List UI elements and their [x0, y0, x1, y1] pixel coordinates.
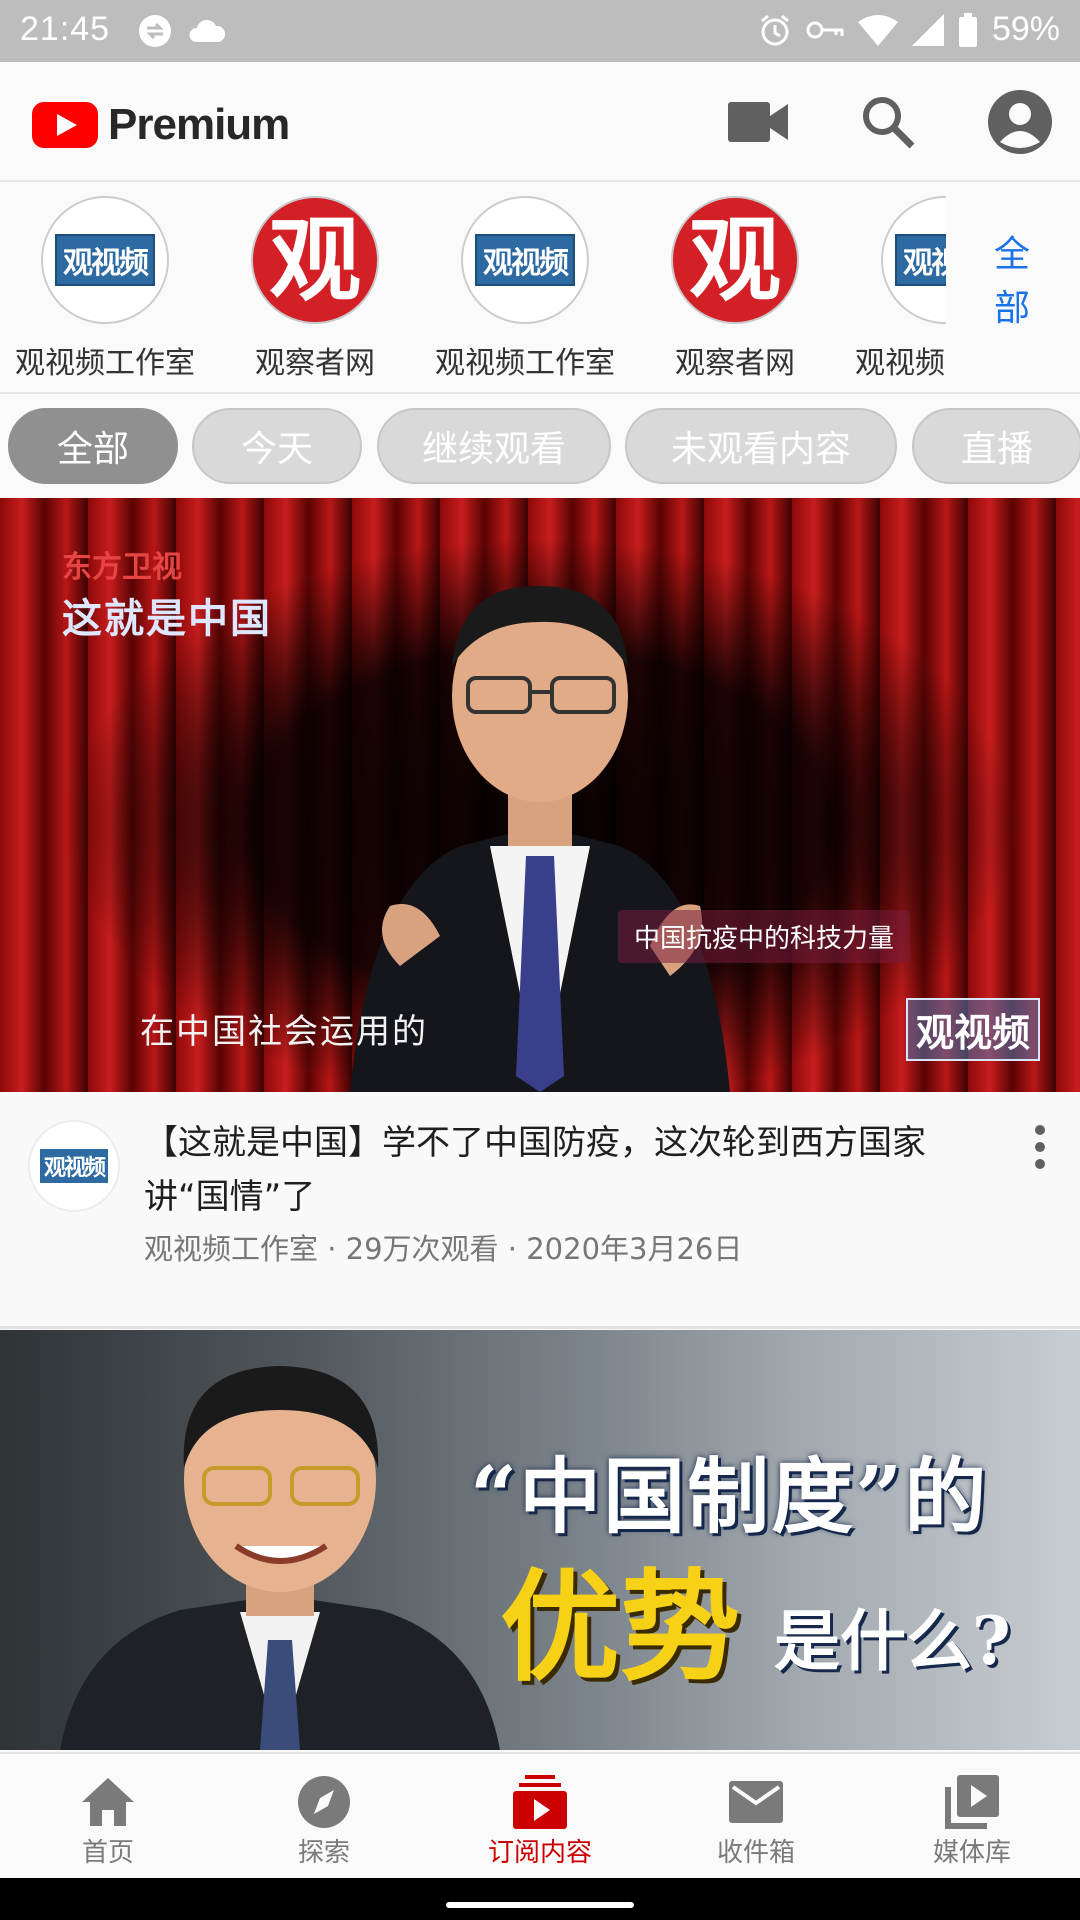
- nav-inbox[interactable]: 收件箱: [648, 1774, 864, 1869]
- video-camera-icon: [728, 102, 788, 142]
- nav-label: 首页: [81, 1838, 134, 1868]
- status-left-icons: [138, 14, 226, 48]
- logo-text: Premium: [108, 100, 290, 149]
- more-vert-icon: [1035, 1125, 1045, 1169]
- thumbnail-question: 是什么?: [774, 1602, 1011, 1680]
- subscriptions-icon: [513, 1775, 567, 1829]
- account-button[interactable]: [988, 90, 1052, 154]
- chip-continue-watching[interactable]: 继续观看: [377, 408, 611, 484]
- mail-icon: [729, 1781, 783, 1823]
- wifi-icon: [857, 14, 898, 46]
- cloud-icon: [189, 19, 226, 42]
- home-icon: [82, 1778, 134, 1826]
- channel-item[interactable]: 观 观察者网: [215, 196, 415, 382]
- all-channels-button[interactable]: 全 部: [982, 228, 1042, 336]
- library-icon: [945, 1775, 999, 1829]
- nav-subscriptions[interactable]: 订阅内容: [432, 1774, 648, 1869]
- battery-icon: [958, 12, 977, 47]
- channel-item[interactable]: 观视频 观视频工作室: [425, 196, 625, 382]
- chip-all[interactable]: 全部: [8, 408, 178, 484]
- channel-name: 观察者网: [255, 346, 375, 381]
- channel-item[interactable]: 观视频 观视频工作室: [5, 196, 205, 382]
- cell-signal-icon: [911, 13, 944, 46]
- channel-avatar: 观: [671, 196, 799, 324]
- nav-label: 订阅内容: [487, 1838, 592, 1868]
- tv-channel-logo: 东方卫视 这就是中国: [62, 542, 272, 644]
- nav-home[interactable]: 首页: [0, 1774, 216, 1869]
- status-right-icons: 59%: [758, 10, 1060, 49]
- search-button[interactable]: [856, 90, 920, 154]
- nav-explore[interactable]: 探索: [216, 1774, 432, 1869]
- all-label-line1: 全: [993, 234, 1030, 275]
- video-thumbnail[interactable]: “中国制度”的 优势 是什么?: [0, 1330, 1080, 1750]
- logo-line1: 东方卫视: [62, 550, 182, 585]
- channel-name: 观视频工作室: [435, 346, 615, 381]
- status-bar: 21:45 59%: [0, 0, 1080, 62]
- speaker-figure: [60, 1366, 500, 1750]
- channel-avatar: 观视频: [41, 196, 169, 324]
- app-bar: Premium: [0, 62, 1080, 182]
- alarm-icon: [760, 14, 789, 45]
- video-subtitle: 在中国社会运用的: [140, 1012, 428, 1052]
- more-options-button[interactable]: [1024, 1122, 1056, 1172]
- home-gesture-handle[interactable]: [446, 1902, 634, 1908]
- youtube-premium-logo[interactable]: Premium: [32, 100, 290, 150]
- search-icon: [863, 97, 915, 149]
- nav-label: 媒体库: [932, 1838, 1011, 1868]
- status-time: 21:45: [20, 10, 111, 48]
- vpn-key-icon: [806, 21, 844, 38]
- sync-icon: [139, 15, 171, 47]
- system-gesture-bar: [0, 1878, 1080, 1920]
- filter-chips: 全部 今天 继续观看 未观看内容 直播: [0, 394, 1080, 498]
- nav-library[interactable]: 媒体库: [864, 1774, 1080, 1869]
- channel-name: 观察者网: [675, 346, 795, 381]
- nav-label: 探索: [297, 1838, 350, 1868]
- all-label-line2: 部: [993, 288, 1030, 329]
- cast-video-button[interactable]: [726, 90, 790, 154]
- channel-item[interactable]: 观 观察者网: [635, 196, 835, 382]
- account-circle-icon: [988, 90, 1052, 154]
- video-title: 【这就是中国】学不了中国防疫，这次轮到西方国家讲“国情”了: [144, 1123, 926, 1217]
- chip-live[interactable]: 直播: [912, 408, 1080, 484]
- compass-icon: [298, 1776, 350, 1828]
- bottom-navigation: 首页 探索 订阅内容 收件箱 媒体库: [0, 1752, 1080, 1880]
- battery-percent: 59%: [991, 10, 1060, 48]
- channel-name: 观视频工作室: [15, 346, 195, 381]
- video-channel-avatar[interactable]: 观视频: [28, 1120, 120, 1212]
- thumbnail-highlight: 优势: [500, 1557, 740, 1698]
- lower-third-caption: 中国抗疫中的科技力量: [618, 910, 911, 963]
- channel-avatar: 观视频: [461, 196, 589, 324]
- video-info[interactable]: 观视频 【这就是中国】学不了中国防疫，这次轮到西方国家讲“国情”了 观视频工作室…: [0, 1092, 1080, 1329]
- youtube-play-logo-icon: [32, 102, 98, 148]
- video-thumbnail[interactable]: 东方卫视 这就是中国 中国抗疫中的科技力量 在中国社会运用的 观视频: [0, 498, 1080, 1092]
- logo-line2: 这就是中国: [62, 596, 272, 642]
- video-meta: 观视频工作室 · 29万次观看 · 2020年3月26日: [144, 1232, 743, 1266]
- nav-label: 收件箱: [716, 1838, 795, 1868]
- chip-unwatched[interactable]: 未观看内容: [625, 408, 897, 484]
- channel-avatar: 观: [251, 196, 379, 324]
- chip-today[interactable]: 今天: [192, 408, 362, 484]
- subscribed-channels-row: 观视频 观视频工作室 观 观察者网 观视频 观视频工作室 观 观察者网 观视频 …: [0, 182, 1080, 394]
- channel-watermark: 观视频: [906, 998, 1041, 1061]
